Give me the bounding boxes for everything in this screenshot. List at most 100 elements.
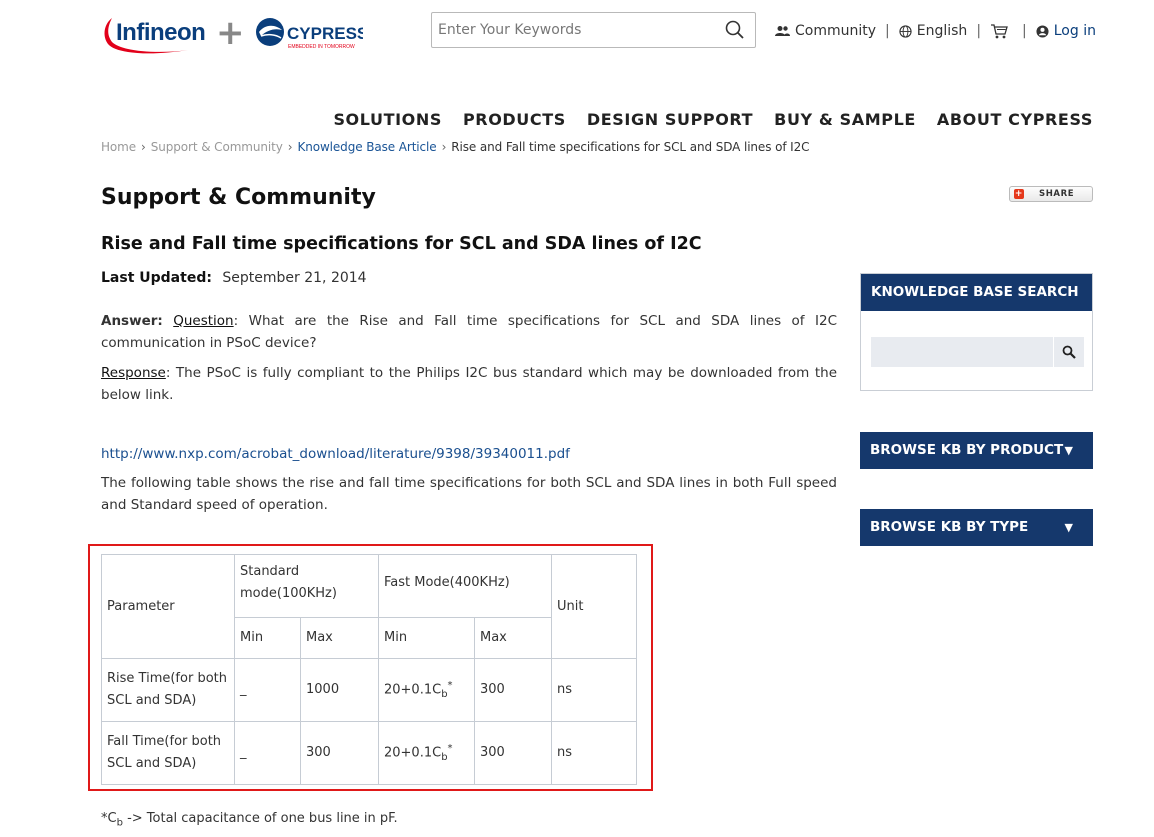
last-updated-label: Last Updated:	[101, 270, 212, 286]
response-text: : The PSoC is fully compliant to the Phi…	[101, 365, 837, 403]
th-standard: Standard mode(100KHz)	[234, 554, 379, 618]
cell-fast-max: 300	[474, 721, 552, 785]
browse-kb-by-product[interactable]: BROWSE KB BY PRODUCT ▼	[860, 432, 1093, 469]
param-line1: Rise Time(for both	[107, 671, 227, 686]
fast-min-sup: *	[447, 679, 453, 691]
globe-icon	[899, 24, 912, 38]
kb-search-button[interactable]	[1054, 337, 1084, 367]
fast-min-prefix: 20+0.1C	[384, 681, 442, 697]
cell-fast-max: 300	[474, 658, 552, 722]
answer-label: Answer:	[101, 313, 163, 329]
browse-kb-by-type[interactable]: BROWSE KB BY TYPE ▼	[860, 509, 1093, 546]
separator: |	[976, 23, 982, 39]
th-standard-line2: mode(100KHz)	[240, 586, 337, 601]
nav-design-support[interactable]: DESIGN SUPPORT	[587, 110, 753, 129]
cell-unit: ns	[551, 658, 637, 722]
browse-type-label: BROWSE KB BY TYPE	[870, 519, 1029, 535]
breadcrumb-current: Rise and Fall time specifications for SC…	[451, 140, 810, 154]
infineon-logo[interactable]: Infineon	[100, 10, 208, 56]
share-button[interactable]: + SHARE	[1009, 186, 1093, 202]
kb-search-panel: KNOWLEDGE BASE SEARCH	[860, 273, 1093, 391]
search-icon	[725, 20, 744, 39]
th-fast-max: Max	[474, 617, 552, 659]
cypress-logo[interactable]: CYPRESS EMBEDDED IN TOMORROW	[255, 14, 363, 54]
cell-std-max: 300	[300, 721, 379, 785]
search-input[interactable]	[432, 13, 712, 47]
people-icon	[775, 26, 790, 36]
th-std-max: Max	[300, 617, 379, 659]
breadcrumb-kb[interactable]: Knowledge Base Article	[297, 140, 436, 154]
th-fast-min: Min	[378, 617, 475, 659]
last-updated-value: September 21, 2014	[222, 270, 367, 286]
article-title: Rise and Fall time specifications for SC…	[101, 234, 702, 254]
th-parameter: Parameter	[101, 554, 235, 659]
chevron-down-icon: ▼	[1064, 521, 1073, 534]
question-label: Question	[173, 313, 234, 329]
table-row: Fall Time(for both SCL and SDA) _ 300 20…	[101, 721, 637, 785]
user-icon	[1036, 24, 1049, 38]
community-link[interactable]: Community	[775, 23, 876, 39]
kb-search-title: KNOWLEDGE BASE SEARCH	[861, 274, 1092, 311]
breadcrumb-home[interactable]: Home	[101, 140, 136, 154]
th-unit: Unit	[551, 554, 637, 659]
logo-plus: +	[216, 13, 245, 53]
svg-text:EMBEDDED IN TOMORROW: EMBEDDED IN TOMORROW	[288, 44, 355, 50]
fast-min-sup: *	[447, 742, 453, 754]
kb-search-input[interactable]	[871, 337, 1053, 367]
table-intro: The following table shows the rise and f…	[101, 475, 837, 513]
th-fast: Fast Mode(400KHz)	[378, 554, 552, 618]
separator: |	[885, 23, 890, 39]
response-label: Response	[101, 365, 166, 381]
th-std-min: Min	[234, 617, 301, 659]
browse-product-label: BROWSE KB BY PRODUCT	[870, 442, 1064, 458]
page-title: Support & Community	[101, 185, 376, 210]
community-label: Community	[795, 23, 877, 39]
nav-solutions[interactable]: SOLUTIONS	[333, 110, 442, 129]
fast-min-prefix: 20+0.1C	[384, 744, 442, 760]
param-line1: Fall Time(for both	[107, 734, 222, 749]
login-link[interactable]: Log in	[1036, 23, 1096, 39]
cell-std-max: 1000	[300, 658, 379, 722]
login-label: Log in	[1053, 23, 1096, 39]
logo-area[interactable]: Infineon + CYPRESS EMBEDDED IN TOMORROW	[100, 10, 363, 56]
language-selector[interactable]: English	[899, 23, 968, 39]
share-label: SHARE	[1039, 189, 1075, 199]
footnote-prefix: *C	[101, 811, 117, 826]
response: Response: The PSoC is fully compliant to…	[101, 362, 837, 406]
cell-param: Rise Time(for both SCL and SDA)	[101, 658, 235, 722]
breadcrumb-arrow: ›	[287, 140, 293, 154]
plus-icon: +	[1014, 189, 1024, 199]
cell-std-min: _	[234, 658, 301, 722]
cart-icon	[991, 24, 1008, 39]
separator: |	[1022, 23, 1027, 39]
language-label: English	[916, 23, 968, 39]
cell-param: Fall Time(for both SCL and SDA)	[101, 721, 235, 785]
spec-table: Parameter Standard mode(100KHz) Fast Mod…	[101, 554, 637, 785]
svg-text:Infineon: Infineon	[116, 19, 205, 46]
nxp-doc-link[interactable]: http://www.nxp.com/acrobat_download/lite…	[101, 443, 837, 465]
param-line2: SCL and SDA)	[107, 756, 197, 771]
utility-links: Community | English | | Log in	[775, 21, 1096, 41]
breadcrumb-arrow: ›	[141, 140, 146, 154]
answer-question: Answer: Question: What are the Rise and …	[101, 310, 837, 354]
nav-buy-sample[interactable]: BUY & SAMPLE	[774, 110, 916, 129]
footnote-text: -> Total capacitance of one bus line in …	[122, 811, 398, 826]
site-search[interactable]	[431, 12, 756, 48]
cell-std-min: _	[234, 721, 301, 785]
svg-text:CYPRESS: CYPRESS	[287, 24, 363, 43]
cell-unit: ns	[551, 721, 637, 785]
last-updated: Last Updated: September 21, 2014	[101, 270, 367, 286]
param-line2: SCL and SDA)	[107, 693, 197, 708]
breadcrumb-support[interactable]: Support & Community	[151, 140, 283, 154]
cell-fast-min: 20+0.1Cb*	[378, 658, 475, 722]
search-button[interactable]	[723, 18, 747, 42]
main-nav: SOLUTIONS PRODUCTS DESIGN SUPPORT BUY & …	[312, 110, 1093, 129]
nav-products[interactable]: PRODUCTS	[463, 110, 566, 129]
breadcrumb-arrow: ›	[441, 140, 447, 154]
cart-link[interactable]	[990, 23, 1013, 39]
breadcrumb: Home › Support & Community › Knowledge Base …	[101, 140, 810, 154]
footnote: *Cb -> Total capacitance of one bus line…	[101, 811, 398, 829]
table-row: Rise Time(for both SCL and SDA) _ 1000 2…	[101, 658, 637, 722]
nav-about-cypress[interactable]: ABOUT CYPRESS	[937, 110, 1093, 129]
chevron-down-icon: ▼	[1064, 444, 1073, 457]
